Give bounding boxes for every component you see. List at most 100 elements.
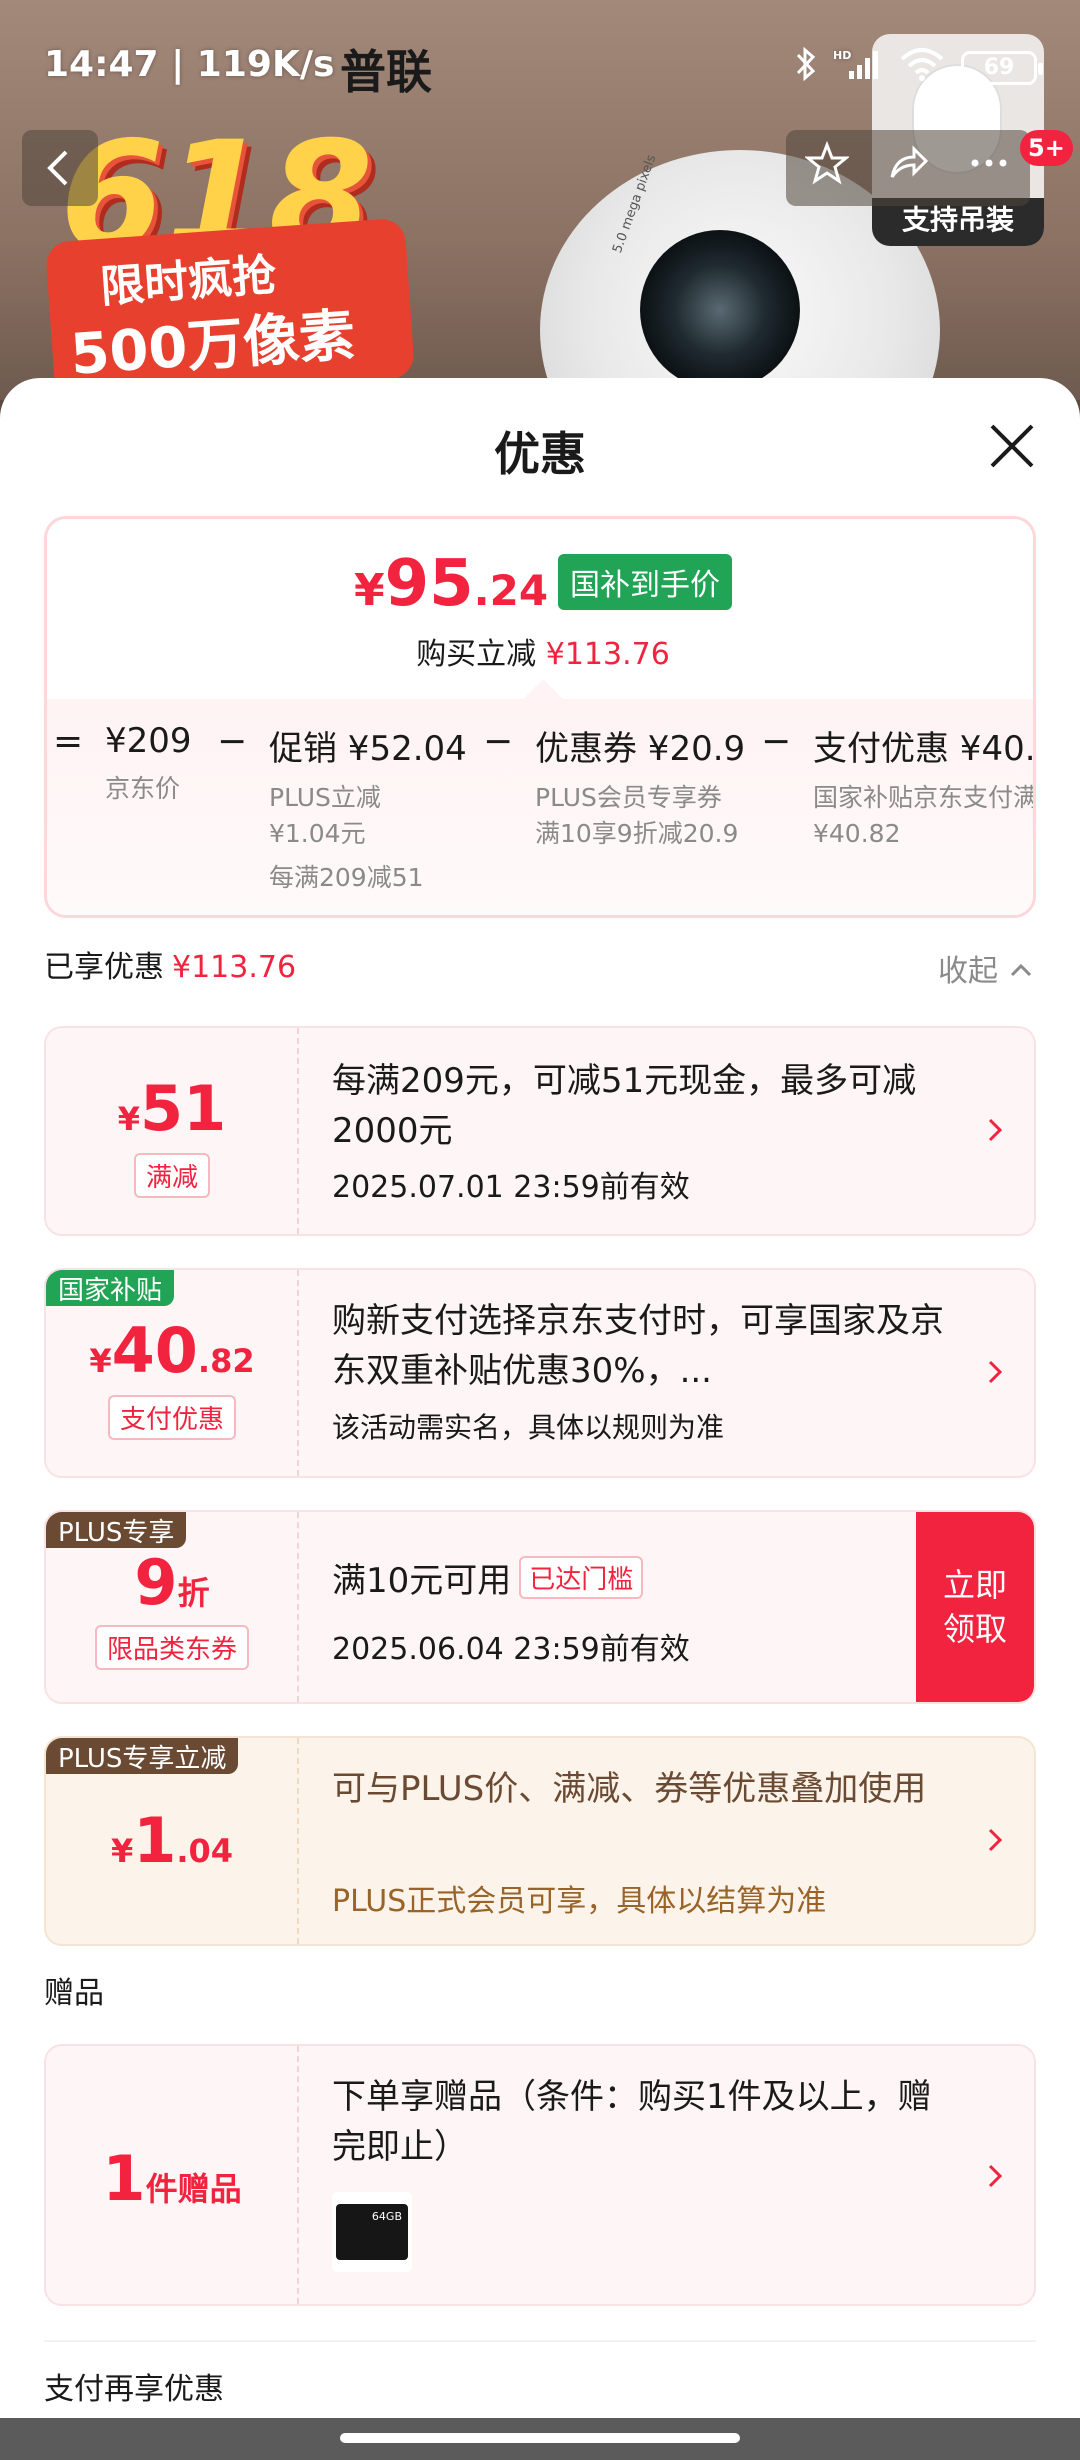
coupon-amount-integer: 51 [139,1072,227,1145]
close-button[interactable] [984,418,1040,474]
price-tag: 国补到手价 [558,554,733,610]
breakdown-sub-line: ¥40.82 [813,819,901,848]
breakdown-sub: 京东价 [105,774,181,803]
gift-section-label: 赠品 [44,1976,104,2011]
final-price: ¥95.24 国补到手价 [47,547,1033,621]
coupon-amount-decimal: .82 [197,1342,255,1380]
chevron-right-icon[interactable] [980,1352,1010,1392]
enjoyed-discount: 已享优惠 ¥113.76 [44,942,296,986]
breakdown-op: − [217,721,248,762]
coupon-text: 可与PLUS价、满减、券等优惠叠加使用 [332,1769,927,1809]
signal-icon: HD [833,47,883,89]
coupon-type: 满减 [133,1153,210,1198]
coupon-amount: ¥40.82 [46,1314,298,1387]
gift-count-unit: 件赠品 [145,2170,242,2208]
breakdown-sub: PLUS立减 ¥1.04元 每满209减51 [269,780,467,896]
total-reduction-label: 购买立减 [416,637,537,672]
coupon-national-subsidy[interactable]: 国家补贴 ¥40.82 支付优惠 购新支付选择京东支付时，可享国家及京东双重补贴… [44,1268,1036,1478]
breakdown-sub-line: 每满209减51 [269,863,424,892]
coupon-currency: ¥ [89,1342,112,1380]
coupon-left: ¥1.04 [46,1738,298,1944]
gift-left: 1件赠品 [46,2046,298,2304]
coupon-amount-unit: 折 [177,1574,210,1612]
enjoyed-value: ¥113.76 [172,950,297,985]
breakdown-op: − [483,721,514,762]
share-icon[interactable] [886,141,930,195]
discount-sheet: 优惠 ¥95.24 国补到手价 购买立减 ¥113.76 = ¥209 京东价 −… [0,378,1080,2460]
breakdown-op: − [761,721,792,762]
coupon-note: PLUS正式会员可享，具体以结算为准 [332,1884,827,1919]
coupon-amount-decimal: .04 [176,1832,234,1870]
breakdown-item: 促销 ¥52.04 PLUS立减 ¥1.04元 每满209减51 [269,721,467,896]
total-reduction: 购买立减 ¥113.76 [47,629,1033,673]
coupon-divider [297,1270,299,1476]
back-button[interactable] [22,130,98,206]
collapse-label: 收起 [938,954,998,989]
sd-card-image: 64GB [336,2204,408,2260]
price-breakdown: = ¥209 京东价 − 促销 ¥52.04 PLUS立减 ¥1.04元 每满2… [47,699,1036,915]
pay-section-label: 支付再享优惠 [44,2372,224,2407]
coupon-full-reduction[interactable]: ¥51 满减 每满209元，可减51元现金，最多可减2000元 2025.07.… [44,1026,1036,1236]
bluetooth-icon [795,46,817,90]
chevron-left-icon [47,150,68,186]
nav-actions [786,130,1030,206]
breakdown-sub-line: PLUS会员专享券 [535,783,722,812]
collapse-button[interactable]: 收起 [938,946,1034,990]
breakdown-main: ¥209 [105,721,192,761]
coupon-plus-discount[interactable]: PLUS专享 9折 限品类东券 满10元可用 已达门槛 2025.06.04 23… [44,1510,1036,1704]
gift-item-thumbnail[interactable]: 64GB [332,2192,412,2272]
breakdown-main: 支付优惠 ¥40.82 [813,729,1036,769]
coupon-note: 该活动需实名，具体以规则为准 [332,1411,725,1444]
message-badge: 5+ [1020,130,1073,166]
sheet-title: 优惠 [494,427,586,481]
final-price-integer: 95 [384,547,474,621]
coupon-currency: ¥ [117,1100,140,1138]
coupon-amount-integer: 40 [111,1314,198,1387]
chevron-right-icon[interactable] [980,1110,1010,1150]
enjoyed-label: 已享优惠 [44,950,164,985]
breakdown-op: = [53,721,84,762]
wifi-icon [899,47,945,89]
chevron-right-icon[interactable] [980,2156,1010,2196]
gift-card[interactable]: 1件赠品 下单享赠品（条件：购买1件及以上，赠完即止） 64GB [44,2044,1036,2306]
coupon-left: 9折 限品类东券 [46,1512,298,1702]
coupon-plus-reduction[interactable]: PLUS专享立减 ¥1.04 可与PLUS价、满减、券等优惠叠加使用 PLUS正… [44,1736,1036,1946]
more-icon[interactable] [967,141,1011,195]
total-reduction-value: ¥113.76 [545,637,670,672]
svg-text:HD: HD [833,49,851,62]
chevron-right-icon[interactable] [980,1820,1010,1860]
claim-button-label: 立即领取 [942,1566,1007,1648]
breakdown-main: 促销 ¥52.04 [269,729,467,769]
coupon-amount: ¥1.04 [46,1804,298,1877]
home-indicator[interactable] [340,2433,740,2443]
final-price-currency: ¥ [353,565,385,616]
coupon-text: 满10元可用 [332,1561,512,1601]
coupon-divider [297,1738,299,1944]
coupon-divider [297,2046,299,2304]
coupon-currency: ¥ [110,1832,134,1870]
chevron-up-icon [1010,963,1031,977]
breakdown-item: 优惠券 ¥20.9 PLUS会员专享券 满10享9折减20.9 [535,721,745,852]
battery-indicator: 69 [961,51,1043,85]
favorite-star-icon[interactable] [803,140,850,195]
section-divider [44,2340,1036,2342]
price-summary-card: ¥95.24 国补到手价 购买立减 ¥113.76 = ¥209 京东价 − 促销… [44,516,1036,918]
status-icons: HD 69 [795,46,1043,90]
breakdown-sub-line: 满10享9折减20.9 [535,819,739,848]
coupon-text-row: 满10元可用 已达门槛 [332,1556,892,1606]
gift-count-number: 1 [102,2142,146,2215]
coupon-left: ¥51 满减 [46,1028,298,1234]
status-bar: 14:47 | 119K/s HD 69 [0,0,1080,130]
breakdown-sub: PLUS会员专享券 满10享9折减20.9 [535,780,745,852]
gift-count: 1件赠品 [46,2142,298,2215]
status-time: 14:47 | 119K/s [44,44,335,85]
breakdown-sub: 国家补贴京东支付满 ¥40.82 [813,780,1036,852]
breakdown-sub-line: ¥1.04元 [269,819,366,848]
breakdown-sub-line: 国家补贴京东支付满 [813,783,1036,812]
sd-card-capacity: 64GB [371,2210,402,2223]
breakdown-main: 优惠券 ¥20.9 [535,729,746,769]
breakdown-item: ¥209 京东价 [105,721,192,807]
coupon-type: 支付优惠 [107,1395,236,1440]
claim-button[interactable]: 立即领取 [916,1512,1034,1702]
breakdown-sub-line: PLUS立减 [269,783,381,812]
